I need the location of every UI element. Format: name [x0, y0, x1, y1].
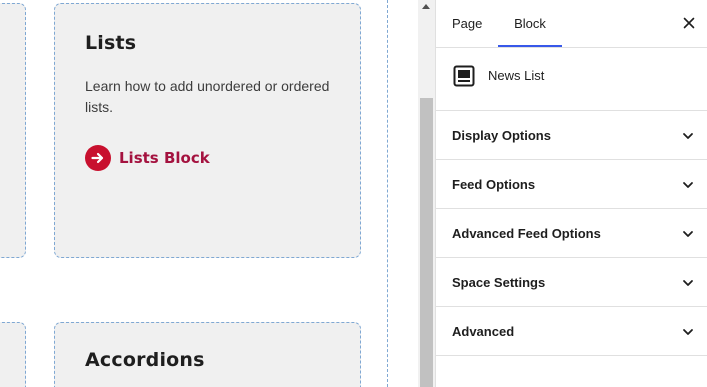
chevron-down-icon [683, 231, 693, 237]
scrollbar-thumb[interactable] [420, 98, 433, 387]
sidebar-tabs: Page Block [436, 0, 707, 48]
panel-space-settings[interactable]: Space Settings [436, 258, 707, 307]
card-description[interactable]: Learn how to add unordered or ordered li… [85, 76, 347, 118]
accordions-card[interactable]: Accordions [54, 322, 361, 387]
tab-block[interactable]: Block [498, 0, 562, 47]
panel-label: Feed Options [452, 177, 536, 192]
chevron-down-icon [683, 133, 693, 139]
link-label: Lists Block [119, 149, 210, 167]
panel-feed-options[interactable]: Feed Options [436, 160, 707, 209]
panel-advanced-feed-options[interactable]: Advanced Feed Options [436, 209, 707, 258]
chevron-down-icon [683, 280, 693, 286]
news-list-icon [453, 65, 475, 87]
lists-block-link[interactable]: Lists Block [85, 145, 210, 171]
lists-card[interactable]: Lists Learn how to add unordered or orde… [54, 3, 361, 258]
close-sidebar-button[interactable] [678, 12, 700, 34]
card-partial-left-bottom[interactable] [0, 322, 26, 387]
tab-page[interactable]: Page [452, 0, 484, 46]
block-outline-divider [387, 0, 388, 387]
arrow-right-circle-icon [85, 145, 111, 171]
panel-label: Advanced Feed Options [452, 226, 601, 241]
block-card: News List [436, 47, 707, 111]
panel-display-options[interactable]: Display Options [436, 111, 707, 160]
settings-sidebar: Page Block News List Display Options Fee… [435, 0, 707, 387]
chevron-down-icon [683, 329, 693, 335]
panel-advanced[interactable]: Advanced [436, 307, 707, 356]
card-title[interactable]: Accordions [85, 349, 205, 371]
panel-label: Display Options [452, 128, 551, 143]
card-title[interactable]: Lists [85, 32, 136, 54]
chevron-down-icon [683, 182, 693, 188]
card-partial-left[interactable] [0, 3, 26, 258]
panel-label: Advanced [452, 324, 515, 339]
scroll-up-arrow-icon[interactable] [422, 4, 430, 9]
block-name: News List [488, 68, 545, 83]
close-icon [683, 17, 695, 29]
canvas-scrollbar[interactable] [418, 0, 435, 387]
editor-canvas: Lists Learn how to add unordered or orde… [0, 0, 418, 387]
panel-label: Space Settings [452, 275, 546, 290]
